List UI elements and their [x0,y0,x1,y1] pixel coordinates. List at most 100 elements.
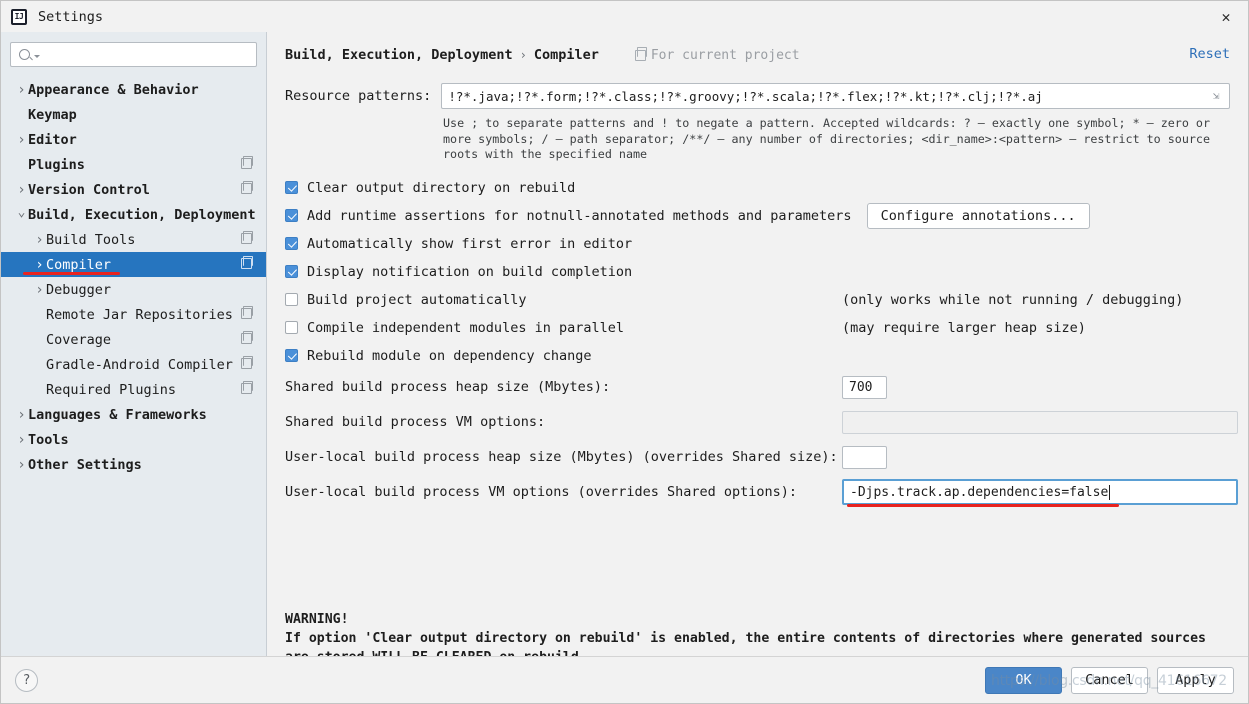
input-user-local-build-process-vm-options-overrides[interactable]: -Djps.track.ap.dependencies=false [842,479,1238,505]
close-icon[interactable]: ✕ [1216,7,1236,27]
checkbox-label[interactable]: Rebuild module on dependency change [307,348,591,364]
title-bar: IJ Settings ✕ [1,1,1248,32]
chevron-right-icon[interactable]: › [15,408,28,422]
checkbox-row: Rebuild module on dependency change [285,342,1230,370]
sidebar-item-label: Coverage [46,331,112,348]
sidebar-item-label: Build Tools [46,231,136,248]
settings-sidebar: › Appearance & Behavior Keymap › Editor Plugi… [1,32,267,656]
dialog-footer: ? OK Cancel Apply [1,656,1248,703]
sidebar-item-gradle-android-compiler[interactable]: Gradle-Android Compiler [1,352,266,377]
help-button[interactable]: ? [15,668,38,692]
sidebar-item-label: Appearance & Behavior [28,81,199,98]
project-scope-icon [241,305,254,319]
checkbox-label[interactable]: Clear output directory on rebuild [307,180,575,196]
sidebar-item-required-plugins[interactable]: Required Plugins [1,377,266,402]
chevron-right-icon[interactable]: › [15,183,28,197]
checkbox-clear-output-directory-on-rebuild[interactable] [285,181,298,194]
chevron-right-icon[interactable]: › [15,83,28,97]
checkbox-add-runtime-assertions-for-notnull-annot[interactable] [285,209,298,222]
page-title: Compiler [533,47,599,63]
expand-icon[interactable]: ⇲ [1209,89,1223,103]
sidebar-item-keymap[interactable]: Keymap [1,102,266,127]
sidebar-item-label: Debugger [46,281,112,298]
checkbox-label[interactable]: Automatically show first error in editor [307,236,632,252]
ok-button[interactable]: OK [985,666,1062,694]
cancel-button[interactable]: Cancel [1071,666,1148,694]
project-scope-icon [241,155,254,169]
field-row: Shared build process VM options: [285,405,1238,440]
sidebar-item-compiler[interactable]: › Compiler [1,252,266,277]
sidebar-item-label: Editor [28,131,77,148]
chevron-right-icon[interactable]: › [33,258,46,272]
scope-label: For current project [650,47,800,63]
chevron-right-icon[interactable]: › [15,458,28,472]
sidebar-item-version-control[interactable]: › Version Control [1,177,266,202]
checkbox-label[interactable]: Build project automatically [307,292,526,308]
field-label: User-local build process VM options (ove… [285,484,798,500]
sidebar-item-label: Build, Execution, Deployment [28,206,256,223]
apply-button[interactable]: Apply [1157,666,1234,694]
chevron-right-icon[interactable]: › [15,133,28,147]
checkbox-label[interactable]: Display notification on build completion [307,264,632,280]
chevron-right-icon[interactable]: › [33,283,46,297]
sidebar-item-build-execution-deployment[interactable]: ⌄ Build, Execution, Deployment [1,202,266,227]
checkbox-label[interactable]: Compile independent modules in parallel [307,320,624,336]
checkbox-note: (may require larger heap size) [842,319,1086,336]
sidebar-item-editor[interactable]: › Editor [1,127,266,152]
checkbox-row: Build project automatically (only works w… [285,286,1230,314]
checkbox-display-notification-on-build-completion[interactable] [285,265,298,278]
search-input[interactable] [10,42,257,67]
project-scope-icon [241,255,254,269]
sidebar-item-label: Languages & Frameworks [28,406,207,423]
settings-main-panel: Build, Execution, Deployment › Compiler … [267,32,1248,656]
project-scope-icon [241,380,254,394]
sidebar-item-remote-jar-repositories[interactable]: Remote Jar Repositories [1,302,266,327]
field-value: -Djps.track.ap.dependencies=false [850,484,1109,500]
build-process-fields: Shared build process heap size (Mbytes):… [285,370,1238,510]
warning-text: WARNING! If option 'Clear output directo… [285,610,1206,656]
project-scope-icon [241,330,254,344]
breadcrumb-parent[interactable]: Build, Execution, Deployment [285,47,513,63]
chevron-down-icon[interactable]: ⌄ [15,206,28,219]
checkbox-build-project-automatically[interactable] [285,293,298,306]
settings-dialog: IJ Settings ✕ › Appearance & Behavior Keym… [0,0,1249,704]
settings-tree: › Appearance & Behavior Keymap › Editor Plugi… [1,75,266,477]
scope-indicator: For current project [634,47,800,63]
sidebar-item-debugger[interactable]: › Debugger [1,277,266,302]
sidebar-item-label: Gradle-Android Compiler [46,356,233,373]
configure-annotations-button[interactable]: Configure annotations... [866,202,1090,229]
text-cursor [1109,484,1111,500]
sidebar-item-languages-frameworks[interactable]: › Languages & Frameworks [1,402,266,427]
field-label: Shared build process VM options: [285,414,546,430]
project-scope-icon [241,180,254,194]
checkbox-row: Automatically show first error in editor [285,230,1230,258]
project-scope-icon [634,47,648,61]
checkbox-label[interactable]: Add runtime assertions for notnull-annot… [307,208,852,224]
checkbox-row: Display notification on build completion [285,258,1230,286]
annotation-underline [23,272,120,275]
chevron-right-icon[interactable]: › [15,433,28,447]
field-row: User-local build process heap size (Mbyt… [285,440,1230,475]
resource-patterns-input[interactable]: !?*.java;!?*.form;!?*.class;!?*.groovy;!… [441,83,1230,109]
checkbox-rebuild-module-on-dependency-change[interactable] [285,349,298,362]
compiler-options-list: Clear output directory on rebuild Add run… [285,174,1230,370]
sidebar-item-label: Tools [28,431,69,448]
chevron-right-icon[interactable]: › [33,233,46,247]
dialog-buttons: OK Cancel Apply [985,666,1234,694]
checkbox-compile-independent-modules-in-parallel[interactable] [285,321,298,334]
sidebar-item-label: Keymap [28,106,77,123]
sidebar-item-other-settings[interactable]: › Other Settings [1,452,266,477]
input-shared-build-process-heap-size-mbytes[interactable]: 700 [842,375,887,399]
reset-link[interactable]: Reset [1189,46,1230,62]
sidebar-item-plugins[interactable]: Plugins [1,152,266,177]
resource-patterns-row: Resource patterns: !?*.java;!?*.form;!?*… [285,83,1230,109]
breadcrumb: Build, Execution, Deployment › Compiler … [285,44,1230,66]
input-user-local-build-process-heap-size-mbytes-ove[interactable] [842,445,887,469]
checkbox-automatically-show-first-error-in-editor[interactable] [285,237,298,250]
sidebar-item-tools[interactable]: › Tools [1,427,266,452]
breadcrumb-separator-icon: › [519,48,527,62]
sidebar-item-label: Required Plugins [46,381,177,398]
sidebar-item-build-tools[interactable]: › Build Tools [1,227,266,252]
sidebar-item-appearance-behavior[interactable]: › Appearance & Behavior [1,77,266,102]
sidebar-item-coverage[interactable]: Coverage [1,327,266,352]
